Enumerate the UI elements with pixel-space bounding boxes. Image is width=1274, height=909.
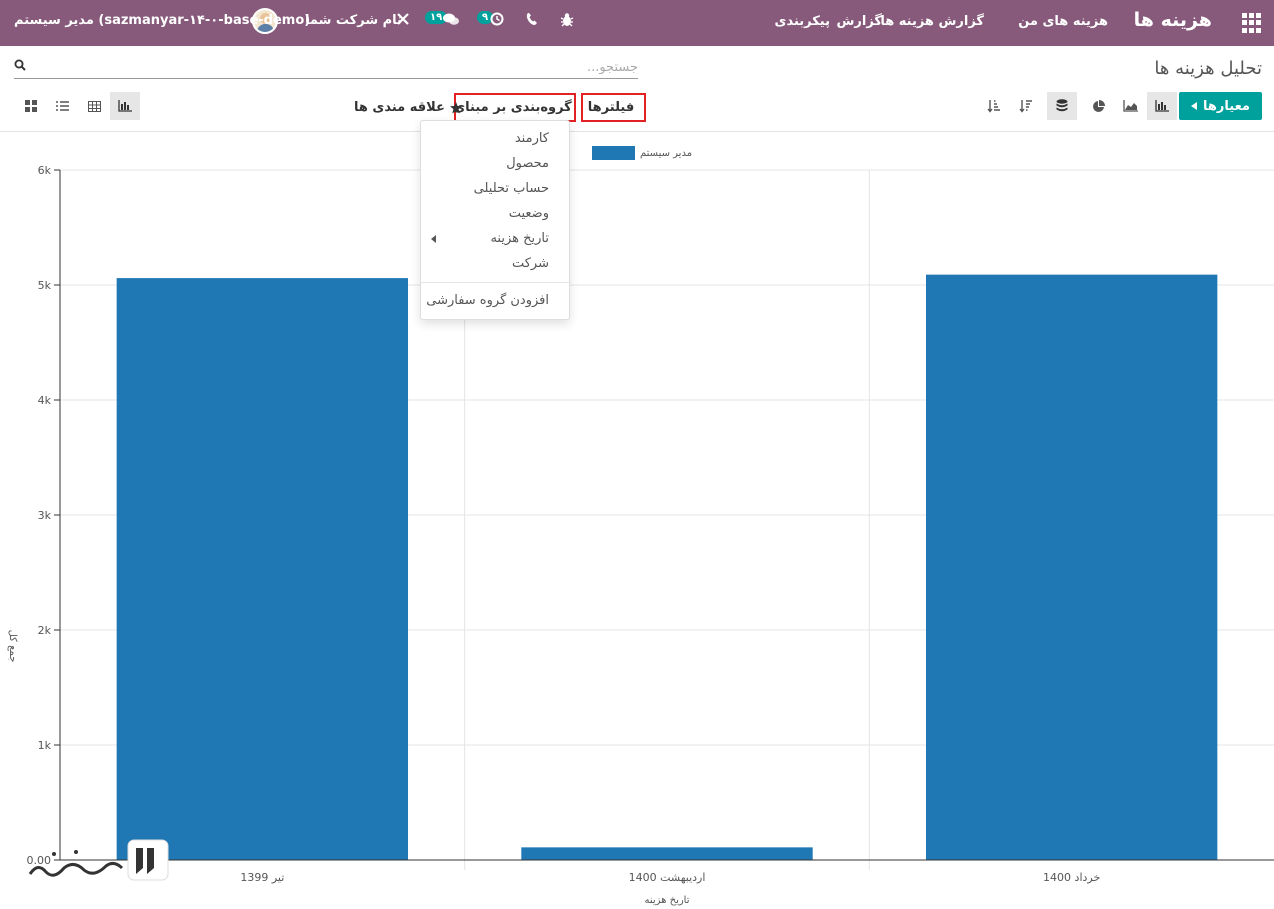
y-tick-label: 4k — [38, 394, 52, 407]
graph-view-button[interactable] — [110, 92, 140, 120]
groupby-option-employee[interactable]: کارمند — [515, 131, 549, 146]
measures-button[interactable]: معیارها — [1179, 92, 1262, 120]
sort-ascending-icon — [987, 100, 1000, 113]
chat-icon[interactable] — [443, 12, 459, 30]
bar-chart: 0.001k2k3k4k5k6k خرداد 1400اردیبهشت 1400… — [7, 146, 1274, 906]
measures-label: معیارها — [1203, 98, 1250, 114]
groupby-option-expense-date[interactable]: تاریخ هزینه — [490, 231, 549, 246]
phone-icon[interactable] — [526, 12, 538, 30]
line-chart-mode-button[interactable] — [1115, 92, 1145, 120]
x-tick-label: تیر 1399 — [240, 871, 284, 884]
pie-chart-mode-button[interactable] — [1083, 92, 1113, 120]
add-custom-group-option[interactable]: افزودن گروه سفارشی — [426, 293, 549, 308]
groupby-option-status[interactable]: وضعیت — [509, 206, 549, 221]
menu-item-expense-reports[interactable]: گزارش هزینه ها — [880, 14, 984, 29]
sort-ascending-button[interactable] — [979, 92, 1009, 120]
y-tick-label: 5k — [38, 279, 52, 292]
x-tick-label: خرداد 1400 — [1043, 871, 1100, 884]
filters-label: فیلترها — [587, 100, 635, 115]
chart-bars — [116, 274, 1218, 861]
table-icon — [87, 100, 101, 112]
x-tick-label: اردیبهشت 1400 — [629, 871, 706, 884]
y-tick-label: 6k — [38, 164, 52, 177]
chart-legend[interactable]: مدیر سیستم — [592, 146, 692, 160]
kanban-view-button[interactable] — [16, 92, 46, 120]
menu-item-configuration[interactable]: پیکربندی — [775, 14, 830, 29]
apps-menu-icon[interactable] — [1242, 13, 1262, 33]
legend-label: مدیر سیستم — [640, 148, 692, 159]
bar-chart-icon — [1155, 100, 1169, 112]
dropdown-divider — [421, 282, 571, 283]
app-title[interactable]: هزینه ها — [1134, 9, 1212, 31]
search-input[interactable] — [34, 56, 638, 78]
y-tick-label: 1k — [38, 739, 52, 752]
groupby-option-company[interactable]: شرکت — [512, 256, 549, 271]
user-menu[interactable]: مدیر سیستم (sazmanyar-۱۴-۰-base-demo) — [14, 13, 310, 28]
area-chart-icon — [1122, 100, 1138, 112]
y-axis-ticks: 0.001k2k3k4k5k6k — [27, 164, 60, 867]
star-icon — [449, 101, 462, 113]
search-icon[interactable] — [14, 59, 26, 71]
favorites-button[interactable]: علاقه مندی ها — [354, 93, 462, 122]
pie-chart-icon — [1092, 99, 1105, 112]
y-axis-label: جمع کل — [7, 630, 18, 663]
y-tick-label: 2k — [38, 624, 52, 637]
bar-chart-mode-button[interactable] — [1147, 92, 1177, 120]
bar-chart-icon — [118, 100, 132, 112]
y-tick-label: 3k — [38, 509, 52, 522]
list-view-button[interactable] — [47, 92, 77, 120]
caret-left-icon[interactable] — [431, 235, 436, 243]
sort-descending-icon — [1019, 100, 1032, 113]
sort-descending-button[interactable] — [1011, 92, 1041, 120]
groupby-option-analytic-account[interactable]: حساب تحلیلی — [474, 181, 549, 196]
grid-icon — [25, 100, 37, 112]
top-navbar: هزینه ها هزینه های من گزارش هزینه ها گزا… — [0, 0, 1274, 46]
bug-icon[interactable] — [560, 12, 574, 31]
stacked-toggle-button[interactable] — [1047, 92, 1077, 120]
watermark-logo — [28, 839, 169, 881]
bar — [116, 278, 409, 861]
database-icon — [1056, 99, 1068, 112]
list-icon — [55, 101, 69, 111]
menu-item-reporting[interactable]: گزارش — [836, 14, 882, 29]
groupby-dropdown: کارمند محصول حساب تحلیلی وضعیت تاریخ هزی… — [420, 120, 571, 320]
bar — [925, 274, 1218, 860]
pivot-view-button[interactable] — [79, 92, 109, 120]
bar — [521, 847, 813, 860]
filters-button[interactable]: فیلترها — [581, 93, 646, 122]
x-axis-ticks: خرداد 1400 اردیبهشت 1400 تیر 1399 — [240, 871, 1100, 884]
menu-item-my-expenses[interactable]: هزینه های من — [1018, 14, 1108, 29]
groupby-label: گروه‌بندی بر مبنای — [453, 100, 572, 115]
groupby-option-product[interactable]: محصول — [506, 156, 549, 171]
company-switcher[interactable]: نام شرکت شما — [305, 13, 402, 28]
page-title: تحلیل هزینه ها — [1154, 58, 1262, 79]
legend-swatch — [592, 146, 635, 160]
groupby-button[interactable]: گروه‌بندی بر مبنای — [453, 93, 576, 122]
favorites-label: علاقه مندی ها — [354, 100, 445, 115]
search-bar — [14, 56, 638, 79]
x-axis-label: تاریخ هزینه — [644, 895, 689, 906]
clock-icon[interactable] — [490, 12, 504, 30]
caret-left-icon — [1191, 99, 1198, 114]
